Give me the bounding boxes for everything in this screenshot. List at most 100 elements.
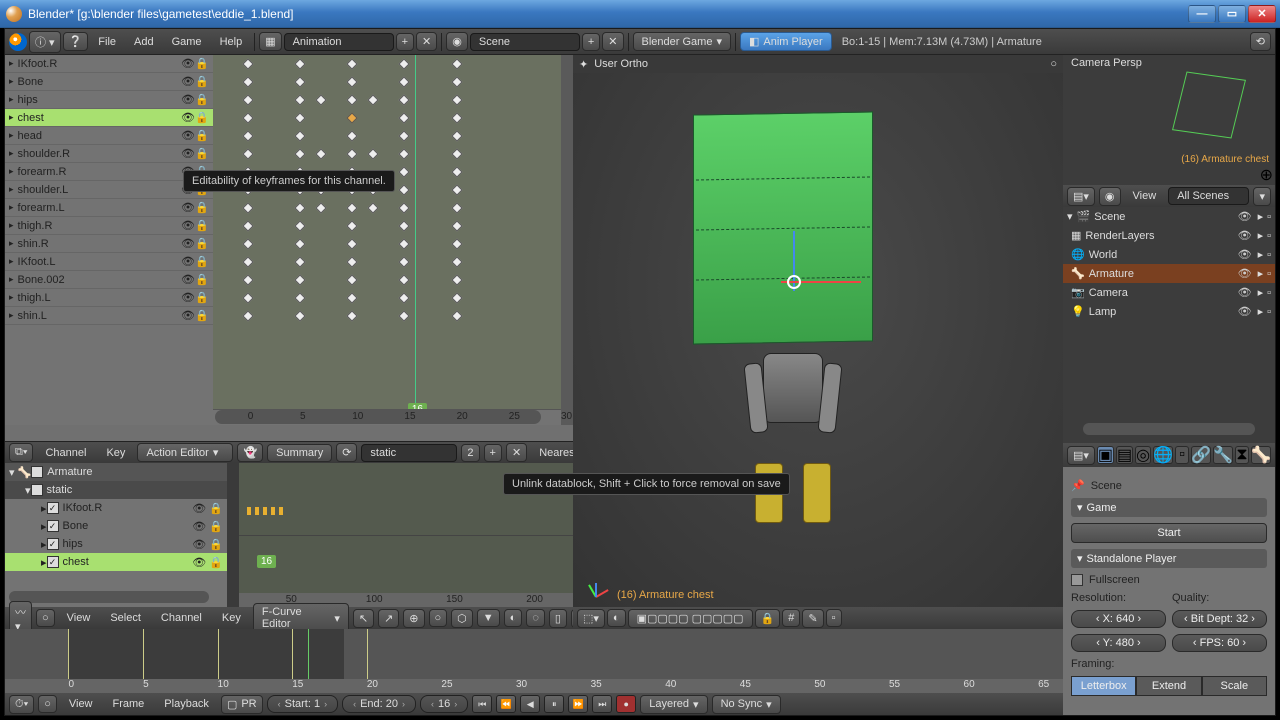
outliner-list[interactable]: ▾🎬Scene👁▸▫▦RenderLayers👁▸▫🌐World👁▸▫🦴Arma…	[1063, 207, 1275, 413]
fcurve-row[interactable]: ▸ ✓ IKfoot.R👁 🔒	[5, 499, 227, 517]
keyframe[interactable]	[242, 238, 253, 249]
rec-icon[interactable]: ◌	[526, 609, 545, 627]
timeline-frame-menu[interactable]: Frame	[105, 695, 153, 713]
keyframe[interactable]	[399, 220, 410, 231]
keyframe[interactable]	[347, 292, 358, 303]
action-browse-icon[interactable]: ⟳	[336, 443, 357, 462]
fcurve-row[interactable]: ▾ ✓ static	[5, 481, 227, 499]
shade-icon[interactable]: ◐	[607, 609, 626, 627]
keyframe[interactable]	[294, 148, 305, 159]
channel-row[interactable]: ▸IKfoot.L👁🔒	[5, 253, 213, 271]
timeline-playback-menu[interactable]: Playback	[156, 695, 217, 713]
tab-bone[interactable]: 🦴	[1251, 446, 1271, 464]
keyframe[interactable]	[294, 58, 305, 69]
keyframe[interactable]	[367, 94, 378, 105]
tab-world[interactable]: 🌐	[1153, 446, 1173, 464]
keyframe[interactable]	[451, 292, 462, 303]
timeline-ruler[interactable]: 05101520253035404550556065	[5, 679, 1063, 693]
keyframe[interactable]	[242, 148, 253, 159]
engine-dropdown[interactable]: Blender Game ▾	[633, 32, 731, 51]
record-icon[interactable]: ●	[616, 695, 636, 713]
keyframe[interactable]	[294, 202, 305, 213]
timeline-track[interactable]: 05101520253035404550556065	[5, 629, 1063, 693]
view3d-expand-icon[interactable]: ✦	[579, 58, 588, 71]
keyframe[interactable]	[451, 220, 462, 231]
channel-row[interactable]: ▸head👁🔒	[5, 127, 213, 145]
dopesheet-hscroll[interactable]	[215, 410, 541, 424]
view3d-viewport[interactable]: (16) Armature chest Unlink datablock, Sh…	[573, 73, 1063, 607]
keyframe[interactable]	[347, 58, 358, 69]
end-frame-field[interactable]: ‹End: 20›	[342, 695, 416, 713]
keyframe[interactable]	[399, 76, 410, 87]
outliner-filter-icon[interactable]: ◉	[1099, 187, 1121, 206]
window-close-button[interactable]: ✕	[1248, 5, 1276, 23]
keyframe[interactable]	[294, 220, 305, 231]
properties-editor-icon[interactable]: ▤▾	[1067, 446, 1095, 465]
keyframe[interactable]	[315, 94, 326, 105]
keyframe[interactable]	[294, 130, 305, 141]
window-minimize-button[interactable]: —	[1188, 5, 1216, 23]
keyframe[interactable]	[451, 58, 462, 69]
tab-data[interactable]: ⧗	[1235, 446, 1249, 464]
channel-row[interactable]: ▸forearm.L👁🔒	[5, 199, 213, 217]
scene-remove-icon[interactable]: ✕	[602, 32, 623, 51]
keyframe[interactable]	[294, 256, 305, 267]
help-icon[interactable]: ❔	[63, 32, 89, 51]
outliner-hscroll[interactable]	[1083, 423, 1255, 435]
camera-expand-icon[interactable]: ⊕	[1260, 165, 1273, 185]
timeline-keyframe[interactable]	[367, 629, 368, 679]
fcurve-view-menu[interactable]: View	[59, 609, 99, 627]
fcurve-row[interactable]: ▾ 🦴 ✓ Armature	[5, 463, 227, 481]
fcurve-row[interactable]: ▸ ✓ hips👁 🔒	[5, 535, 227, 553]
current-frame-field[interactable]: ‹16›	[420, 695, 468, 713]
menu-add[interactable]: Add	[126, 33, 162, 51]
outliner-row[interactable]: 🦴Armature👁▸▫	[1063, 264, 1275, 283]
keyframe[interactable]	[451, 256, 462, 267]
keyframe[interactable]	[451, 310, 462, 321]
keyframe[interactable]	[399, 310, 410, 321]
keyframe[interactable]	[451, 112, 462, 123]
channel-row[interactable]: ▸IKfoot.R👁🔒	[5, 55, 213, 73]
dopesheet-channel-menu[interactable]: Channel	[37, 444, 94, 462]
keyframe[interactable]	[242, 58, 253, 69]
window-maximize-button[interactable]: ▭	[1218, 5, 1246, 23]
keyframe[interactable]	[399, 94, 410, 105]
view3d-icon[interactable]: ⬚▾	[577, 609, 605, 628]
channel-row[interactable]: ▸shin.L👁🔒	[5, 307, 213, 325]
camera-mini-view[interactable]: (16) Armature chest ⊕	[1149, 75, 1269, 165]
timeline-editor-icon[interactable]: ⏱▾	[9, 695, 34, 714]
pause-icon[interactable]: ⏸	[544, 695, 564, 713]
jump-start-icon[interactable]: ⏮	[472, 695, 492, 713]
tab-constraints[interactable]: 🔗	[1191, 446, 1211, 464]
dopesheet-key-menu[interactable]: Key	[98, 444, 133, 462]
keyframe[interactable]	[242, 130, 253, 141]
dopesheet-ruler[interactable]: 051015202530	[213, 409, 561, 425]
framing-letterbox[interactable]: Letterbox	[1071, 676, 1136, 696]
play-rev-icon[interactable]: ◀	[520, 695, 540, 713]
keyframe[interactable]	[399, 112, 410, 123]
action-name-field[interactable]: static	[361, 444, 457, 462]
ghost-curves-icon[interactable]: ◐	[504, 609, 523, 627]
keyframe[interactable]	[242, 292, 253, 303]
menu-file[interactable]: File	[90, 33, 124, 51]
layout-browse-icon[interactable]: ▦	[259, 32, 281, 51]
keyframe[interactable]	[367, 148, 378, 159]
fcurve-key-menu[interactable]: Key	[214, 609, 249, 627]
dopesheet-editor-icon[interactable]: ⧉▾	[9, 443, 33, 462]
layout-add-icon[interactable]: +	[396, 33, 414, 51]
keyframe[interactable]	[242, 112, 253, 123]
keyframe[interactable]	[347, 76, 358, 87]
outliner-row[interactable]: 💡Lamp👁▸▫	[1063, 302, 1275, 321]
channel-row[interactable]: ▸forearm.R👁🔒	[5, 163, 213, 181]
outliner-editor-icon[interactable]: ▤▾	[1067, 187, 1095, 206]
keyframe[interactable]	[347, 202, 358, 213]
keyframe[interactable]	[451, 130, 462, 141]
copy-icon[interactable]: ▯	[549, 609, 567, 628]
keyframe[interactable]	[294, 292, 305, 303]
channel-row[interactable]: ▸thigh.R👁🔒	[5, 217, 213, 235]
keyframe[interactable]	[315, 202, 326, 213]
keyframe[interactable]	[451, 148, 462, 159]
start-frame-field[interactable]: ‹Start: 1›	[267, 695, 338, 713]
keyframe[interactable]	[242, 310, 253, 321]
framing-extend[interactable]: Extend	[1136, 676, 1201, 696]
